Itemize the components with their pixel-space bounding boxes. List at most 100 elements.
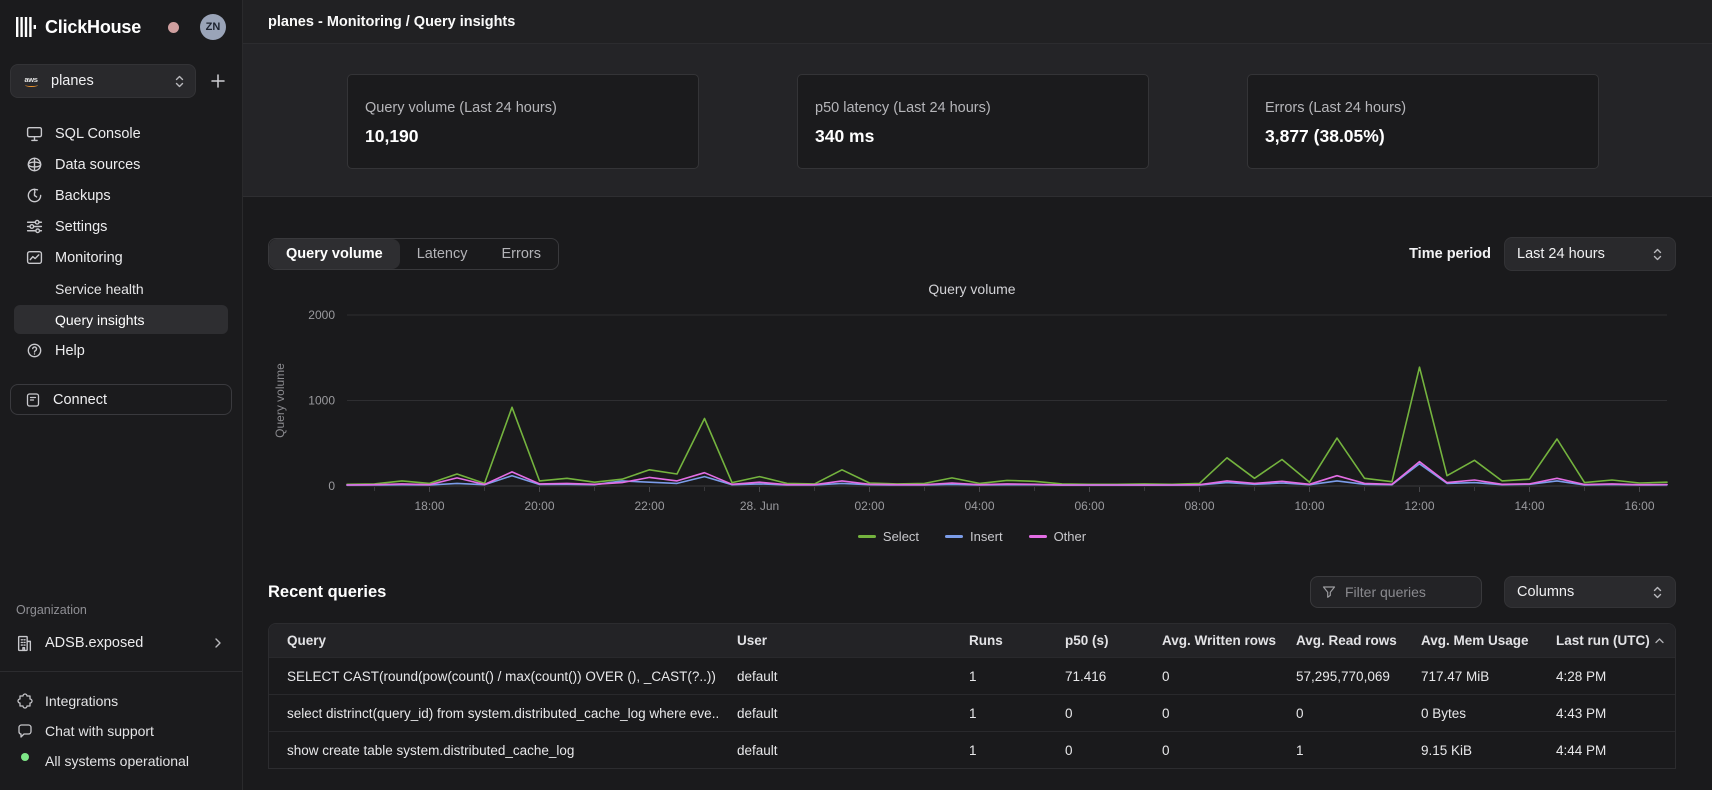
sidebar-item-service-health[interactable]: Service health bbox=[14, 274, 228, 303]
backups-icon bbox=[26, 187, 43, 204]
stat-card-query-volume: Query volume (Last 24 hours) 10,190 bbox=[347, 74, 699, 169]
sidebar-item-backups[interactable]: Backups bbox=[10, 180, 232, 211]
sidebar-item-label: Monitoring bbox=[55, 250, 123, 266]
sidebar-item-chat-support[interactable]: Chat with support bbox=[10, 716, 232, 746]
sidebar-item-data-sources[interactable]: Data sources bbox=[10, 149, 232, 180]
sidebar-item-settings[interactable]: Settings bbox=[10, 211, 232, 242]
tabs-row: Query volume Latency Errors Time period … bbox=[268, 237, 1676, 271]
organization-switcher[interactable]: ADSB.exposed bbox=[10, 627, 232, 659]
sidebar-spacer bbox=[10, 415, 232, 603]
help-icon bbox=[26, 342, 43, 359]
time-period-label: Time period bbox=[1409, 246, 1491, 262]
system-status[interactable]: All systems operational bbox=[10, 746, 232, 776]
cell-p50: 0 bbox=[1047, 706, 1144, 721]
status-label: All systems operational bbox=[45, 753, 189, 769]
chart-tabs: Query volume Latency Errors bbox=[268, 238, 559, 270]
chevron-right-icon bbox=[212, 637, 224, 649]
sidebar-item-sql-console[interactable]: SQL Console bbox=[10, 118, 232, 149]
organization-section-label: Organization bbox=[10, 603, 232, 627]
app-root: ClickHouse ZN aws planes bbox=[0, 0, 1712, 790]
cell-last-run: 4:44 PM bbox=[1538, 743, 1675, 758]
table-row[interactable]: SELECT CAST(round(pow(count() / max(coun… bbox=[269, 657, 1675, 694]
time-period-value: Last 24 hours bbox=[1517, 246, 1652, 262]
settings-sliders-icon bbox=[26, 218, 43, 235]
svg-text:16:00: 16:00 bbox=[1624, 499, 1654, 513]
columns-select[interactable]: Columns bbox=[1504, 576, 1676, 608]
tab-query-volume[interactable]: Query volume bbox=[269, 239, 400, 269]
connect-icon bbox=[25, 392, 41, 408]
sidebar-item-label: Data sources bbox=[55, 157, 140, 173]
sidebar-item-label: Backups bbox=[55, 188, 111, 204]
cell-read: 1 bbox=[1278, 743, 1403, 758]
chart-legend: Select Insert Other bbox=[268, 529, 1676, 544]
svg-text:10:00: 10:00 bbox=[1294, 499, 1324, 513]
svg-text:2000: 2000 bbox=[308, 308, 335, 322]
tab-errors[interactable]: Errors bbox=[485, 239, 558, 269]
stat-card-p50-latency: p50 latency (Last 24 hours) 340 ms bbox=[797, 74, 1149, 169]
svg-text:1000: 1000 bbox=[308, 394, 335, 408]
sidebar-item-help[interactable]: Help bbox=[10, 335, 232, 366]
data-sources-icon bbox=[26, 156, 43, 173]
columns-select-value: Columns bbox=[1517, 584, 1652, 600]
sidebar-item-label: SQL Console bbox=[55, 126, 141, 142]
status-dot-icon bbox=[17, 753, 33, 769]
table-row[interactable]: select distrinct(query_id) from system.d… bbox=[269, 694, 1675, 731]
tab-latency[interactable]: Latency bbox=[400, 239, 485, 269]
cell-user: default bbox=[719, 669, 951, 684]
svg-text:Query volume: Query volume bbox=[273, 363, 287, 438]
legend-item-insert[interactable]: Insert bbox=[945, 529, 1003, 544]
stat-card-errors: Errors (Last 24 hours) 3,877 (38.05%) bbox=[1247, 74, 1599, 169]
cell-mem: 0 Bytes bbox=[1403, 706, 1538, 721]
sort-ascending-icon bbox=[1655, 638, 1664, 644]
legend-item-select[interactable]: Select bbox=[858, 529, 919, 544]
stat-value: 3,877 (38.05%) bbox=[1265, 126, 1581, 147]
table-row[interactable]: show create table system.distributed_cac… bbox=[269, 731, 1675, 768]
add-service-button[interactable] bbox=[204, 67, 232, 95]
legend-label: Select bbox=[883, 529, 919, 544]
time-period-select[interactable]: Last 24 hours bbox=[1504, 237, 1676, 271]
sidebar-subitem-label: Service health bbox=[55, 281, 144, 297]
avatar[interactable]: ZN bbox=[200, 14, 226, 40]
svg-text:0: 0 bbox=[328, 479, 335, 493]
recent-queries-header: Recent queries Columns bbox=[268, 576, 1676, 608]
column-header-written-rows[interactable]: Avg. Written rows bbox=[1144, 633, 1278, 648]
cell-last-run: 4:43 PM bbox=[1538, 706, 1675, 721]
integrations-puzzle-icon bbox=[17, 693, 33, 709]
chevron-updown-icon bbox=[1652, 247, 1663, 262]
legend-label: Insert bbox=[970, 529, 1003, 544]
chevron-updown-icon bbox=[1652, 585, 1663, 600]
cell-query: SELECT CAST(round(pow(count() / max(coun… bbox=[269, 669, 719, 684]
content: Query volume Latency Errors Time period … bbox=[243, 197, 1712, 790]
svg-text:18:00: 18:00 bbox=[414, 499, 444, 513]
page-title: planes - Monitoring / Query insights bbox=[268, 14, 515, 30]
cell-runs: 1 bbox=[951, 669, 1047, 684]
connect-button[interactable]: Connect bbox=[10, 384, 232, 415]
column-header-read-rows[interactable]: Avg. Read rows bbox=[1278, 633, 1403, 648]
footer-item-label: Integrations bbox=[45, 693, 118, 709]
sidebar-item-query-insights[interactable]: Query insights bbox=[14, 305, 228, 334]
sidebar-item-integrations[interactable]: Integrations bbox=[10, 686, 232, 716]
stat-value: 10,190 bbox=[365, 126, 681, 147]
column-header-runs[interactable]: Runs bbox=[951, 633, 1047, 648]
filter-queries-input[interactable] bbox=[1345, 584, 1455, 600]
sidebar-item-monitoring[interactable]: Monitoring bbox=[10, 242, 232, 273]
clickhouse-logo-icon bbox=[16, 17, 36, 37]
cell-user: default bbox=[719, 743, 951, 758]
service-selector[interactable]: aws planes bbox=[10, 64, 196, 98]
column-header-last-run[interactable]: Last run (UTC) bbox=[1538, 633, 1675, 648]
column-header-mem-usage[interactable]: Avg. Mem Usage bbox=[1403, 633, 1538, 648]
legend-item-other[interactable]: Other bbox=[1029, 529, 1087, 544]
cell-read: 0 bbox=[1278, 706, 1403, 721]
svg-text:12:00: 12:00 bbox=[1404, 499, 1434, 513]
sidebar-nav: SQL Console Data sources Backups bbox=[10, 118, 232, 366]
aws-icon: aws bbox=[21, 76, 41, 87]
cell-mem: 9.15 KiB bbox=[1403, 743, 1538, 758]
sidebar-divider bbox=[0, 671, 242, 672]
column-header-p50[interactable]: p50 (s) bbox=[1047, 633, 1144, 648]
column-header-query[interactable]: Query bbox=[269, 633, 719, 648]
column-header-user[interactable]: User bbox=[719, 633, 951, 648]
svg-text:28. Jun: 28. Jun bbox=[740, 499, 779, 513]
sidebar-subitem-label: Query insights bbox=[55, 312, 144, 328]
legend-swatch-icon bbox=[1029, 535, 1047, 538]
cell-query: select distrinct(query_id) from system.d… bbox=[269, 706, 719, 721]
